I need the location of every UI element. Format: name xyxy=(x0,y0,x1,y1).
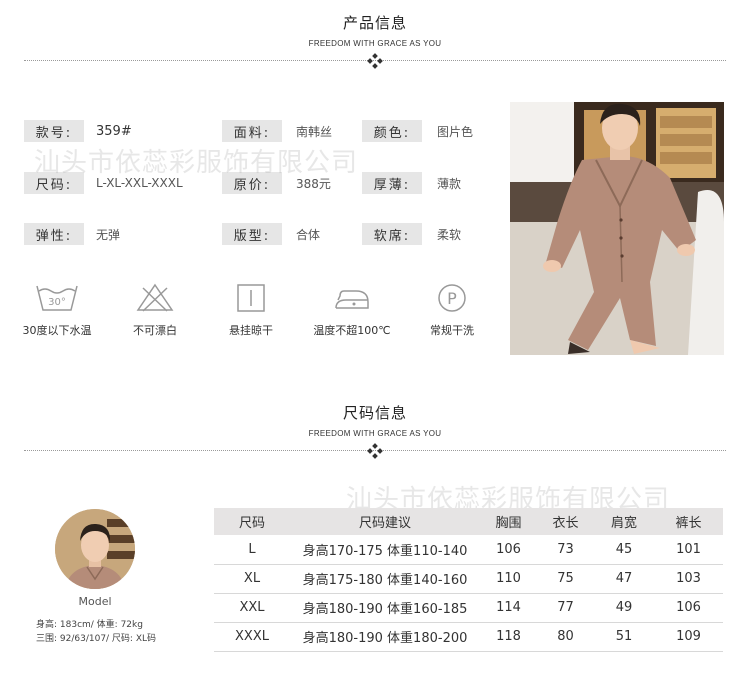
header-recommendation: 尺码建议 xyxy=(290,508,480,535)
cell-size: L xyxy=(214,535,290,565)
care-label-no-bleach: 不可漂白 xyxy=(133,324,177,337)
cell-pants-length: 109 xyxy=(654,622,723,652)
header-length: 衣长 xyxy=(537,508,594,535)
model-avatar-image xyxy=(55,509,135,589)
header-size: 尺码 xyxy=(214,508,290,535)
table-row: L 身高170-175 体重110-140 106 73 45 101 xyxy=(214,535,723,565)
care-label-iron: 温度不超100℃ xyxy=(313,324,391,337)
cell-length: 77 xyxy=(537,593,594,623)
hang-dry-icon xyxy=(237,284,265,312)
product-photo xyxy=(510,102,724,355)
diamond-ornament-icon xyxy=(367,443,383,459)
product-info-header: 产品信息 FREEDOM WITH GRACE AS YOU xyxy=(0,12,750,48)
size-info-subtitle: FREEDOM WITH GRACE AS YOU xyxy=(308,429,442,438)
model-avatar xyxy=(55,509,135,589)
spec-value-fit: 合体 xyxy=(296,227,321,242)
header-pants-length: 裤长 xyxy=(654,508,723,535)
care-label-wash: 30度以下水温 xyxy=(22,324,92,337)
iron-icon xyxy=(335,290,369,309)
model-measurements: 三围: 92/63/107/ 尺码: XL码 xyxy=(36,634,157,644)
spec-value-fabric: 南韩丝 xyxy=(296,124,333,139)
model-height-weight: 身高: 183cm/ 体重: 72kg xyxy=(36,620,143,630)
cell-length: 75 xyxy=(537,564,594,594)
care-label-hang-dry: 悬挂晾干 xyxy=(229,324,273,337)
cell-chest: 114 xyxy=(480,593,537,623)
cell-length: 80 xyxy=(537,622,594,652)
cell-shoulder: 47 xyxy=(594,564,654,594)
cell-pants-length: 103 xyxy=(654,564,723,594)
cell-recommendation: 身高180-190 体重160-185 xyxy=(290,593,480,623)
spec-value-thickness: 薄款 xyxy=(437,176,462,191)
model-name: Model xyxy=(78,595,112,608)
diamond-ornament-icon xyxy=(367,53,383,69)
cell-shoulder: 45 xyxy=(594,535,654,565)
size-table: 尺码 尺码建议 胸围 衣长 肩宽 裤长 L 身高170-175 体重110-14… xyxy=(214,508,723,652)
product-photo-image xyxy=(510,102,724,355)
cell-pants-length: 106 xyxy=(654,593,723,623)
header-shoulder: 肩宽 xyxy=(594,508,654,535)
care-item-iron: 温度不超100℃ xyxy=(312,282,392,338)
spec-value-color: 图片色 xyxy=(437,124,474,139)
size-info-header: 尺码信息 FREEDOM WITH GRACE AS YOU xyxy=(0,402,750,438)
cell-size: XL xyxy=(214,564,290,594)
care-item-no-bleach: 不可漂白 xyxy=(115,282,195,338)
cell-recommendation: 身高180-190 体重180-200 xyxy=(290,622,480,652)
cell-pants-length: 101 xyxy=(654,535,723,565)
cell-chest: 106 xyxy=(480,535,537,565)
table-row: XXL 身高180-190 体重160-185 114 77 49 106 xyxy=(214,593,723,623)
header-chest: 胸围 xyxy=(480,508,537,535)
cell-recommendation: 身高170-175 体重110-140 xyxy=(290,535,480,565)
cell-shoulder: 49 xyxy=(594,593,654,623)
care-item-wash: 30° 30度以下水温 xyxy=(17,282,97,338)
care-item-hang-dry: 悬挂晾干 xyxy=(211,282,291,338)
wash-temp: 30° xyxy=(48,297,66,308)
spec-label-color: 颜色: xyxy=(362,120,422,142)
cell-recommendation: 身高175-180 体重140-160 xyxy=(290,564,480,594)
no-bleach-icon xyxy=(136,283,174,312)
spec-label-thickness: 厚薄: xyxy=(362,172,422,194)
table-header-row: 尺码 尺码建议 胸围 衣长 肩宽 裤长 xyxy=(214,508,723,535)
spec-value-style-no: 359# xyxy=(96,123,132,139)
company-watermark: 汕头市依蕊彩服饰有限公司 xyxy=(34,148,359,178)
size-info-title: 尺码信息 xyxy=(342,404,407,422)
product-info-title: 产品信息 xyxy=(342,14,407,32)
care-label-dry-clean: 常规干洗 xyxy=(430,324,474,337)
spec-label-elasticity: 弹性: xyxy=(24,223,84,245)
cell-length: 73 xyxy=(537,535,594,565)
cell-size: XXL xyxy=(214,593,290,623)
spec-label-softness: 软席: xyxy=(362,223,422,245)
spec-label-fit: 版型: xyxy=(222,223,282,245)
table-row: XL 身高175-180 体重140-160 110 75 47 103 xyxy=(214,564,723,594)
cell-chest: 110 xyxy=(480,564,537,594)
dry-clean-icon: P xyxy=(438,284,466,312)
cell-size: XXXL xyxy=(214,622,290,652)
cell-shoulder: 51 xyxy=(594,622,654,652)
table-row: XXXL 身高180-190 体重180-200 118 80 51 109 xyxy=(214,622,723,652)
spec-label-style-no: 款号: xyxy=(24,120,84,142)
spec-value-elasticity: 无弹 xyxy=(96,227,121,242)
wash-30-icon: 30° xyxy=(36,285,78,311)
cell-chest: 118 xyxy=(480,622,537,652)
care-item-dry-clean: P 常规干洗 xyxy=(412,282,492,338)
spec-label-fabric: 面料: xyxy=(222,120,282,142)
dry-clean-letter: P xyxy=(447,289,457,308)
product-info-subtitle: FREEDOM WITH GRACE AS YOU xyxy=(308,39,442,48)
spec-value-softness: 柔软 xyxy=(437,227,462,242)
